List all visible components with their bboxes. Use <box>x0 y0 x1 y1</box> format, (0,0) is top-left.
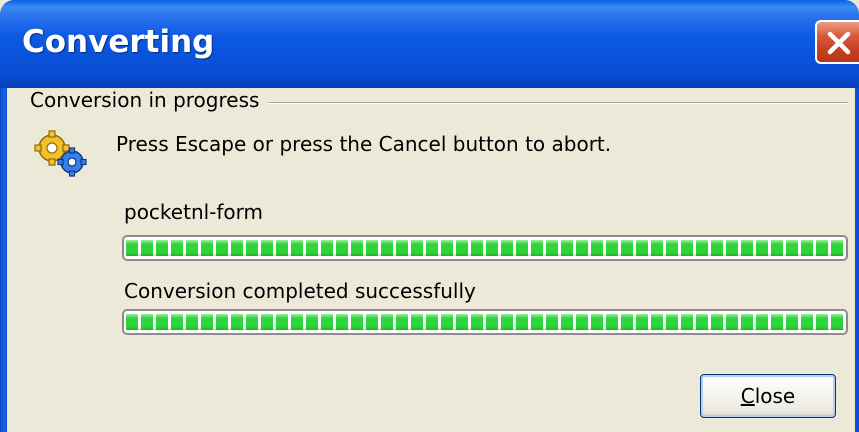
group-label: Conversion in progress <box>30 88 260 112</box>
group-divider <box>268 102 848 104</box>
progress-bar-file <box>122 235 848 261</box>
close-icon <box>827 31 851 55</box>
task-label-status: Conversion completed successfully <box>124 279 476 303</box>
window-title: Converting <box>22 24 215 60</box>
instruction-text: Press Escape or press the Cancel button … <box>116 132 612 156</box>
window-frame-left <box>0 88 7 432</box>
task-label-file: pocketnl-form <box>124 200 264 224</box>
converting-dialog: Converting Conversion in progress Press … <box>0 0 859 432</box>
progress-bar-status <box>122 309 848 335</box>
progress-fill-file <box>126 240 844 256</box>
title-bar[interactable]: Converting <box>0 0 859 88</box>
close-button[interactable]: Close <box>700 374 836 418</box>
gears-icon <box>34 130 87 177</box>
close-button-label: lose <box>754 384 796 408</box>
window-close-button[interactable] <box>815 20 859 64</box>
close-button-accelerator: C <box>740 384 755 408</box>
progress-fill-status <box>126 314 844 330</box>
window-frame-right <box>855 88 859 432</box>
